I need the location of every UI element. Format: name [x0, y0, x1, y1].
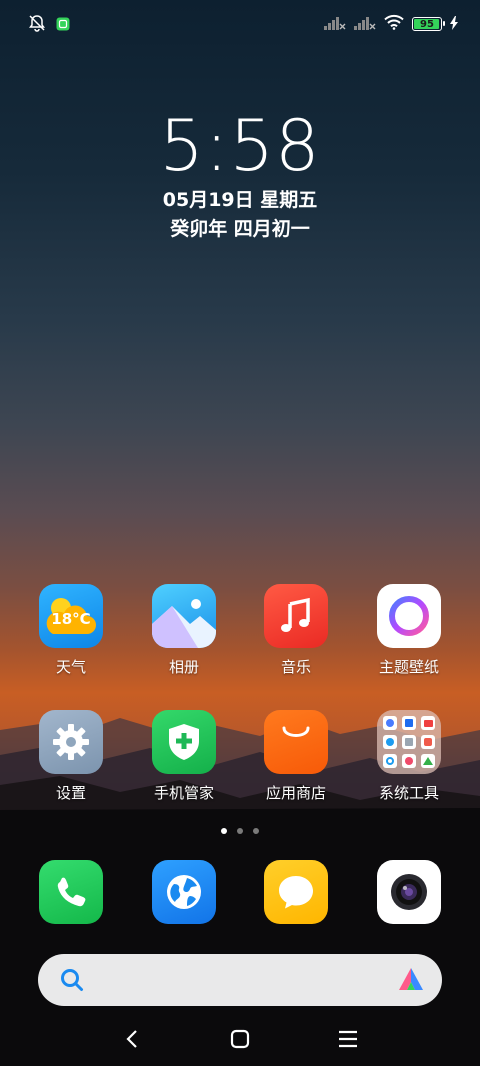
- search-icon[interactable]: [58, 966, 86, 998]
- app-system-tools-folder[interactable]: 系统工具: [353, 710, 465, 803]
- folder-app-icon: [421, 754, 435, 768]
- app-label: 手机管家: [153, 784, 214, 802]
- browser-icon: [152, 860, 216, 924]
- page-dot[interactable]: [237, 828, 243, 834]
- charging-icon: [450, 15, 458, 34]
- themes-icon: [377, 584, 441, 648]
- navigation-bar: [0, 1010, 480, 1066]
- battery-icon: 95: [412, 17, 445, 31]
- notification-app-icon: [56, 16, 70, 35]
- folder-app-icon: [421, 716, 435, 730]
- page-indicator[interactable]: [0, 828, 480, 834]
- app-label: 设置: [55, 784, 86, 802]
- app-label: 天气: [55, 658, 86, 676]
- folder-app-icon: [402, 754, 416, 768]
- recents-button[interactable]: [333, 1024, 363, 1054]
- dock-phone[interactable]: [15, 860, 127, 924]
- wifi-icon: [384, 14, 404, 34]
- lunar-date-text: 癸卯年 四月初一: [170, 218, 310, 240]
- ai-assistant-icon[interactable]: [396, 966, 426, 998]
- folder-app-icon: [402, 716, 416, 730]
- dock-camera[interactable]: [353, 860, 465, 924]
- security-icon: [152, 710, 216, 774]
- folder-app-icon: [421, 735, 435, 749]
- app-weather[interactable]: 18°C 天气: [15, 584, 127, 677]
- date-text[interactable]: 05月19日 星期五: [0, 185, 480, 212]
- app-store[interactable]: 应用商店: [240, 710, 352, 803]
- mute-bell-icon: [28, 14, 46, 36]
- clock-time[interactable]: 5:58: [0, 105, 480, 187]
- battery-level: 95: [420, 18, 434, 30]
- folder-app-icon: [402, 735, 416, 749]
- phone-icon: [39, 860, 103, 924]
- app-music[interactable]: 音乐: [240, 584, 352, 677]
- app-settings[interactable]: 设置: [15, 710, 127, 803]
- app-security[interactable]: 手机管家: [128, 710, 240, 803]
- page-dot[interactable]: [253, 828, 259, 834]
- app-label: 主题壁纸: [378, 658, 439, 676]
- back-button[interactable]: [117, 1024, 147, 1054]
- folder-app-icon: [383, 716, 397, 730]
- app-label: 相册: [168, 658, 199, 676]
- status-bar: 95: [0, 0, 480, 50]
- music-icon: [264, 584, 328, 648]
- app-store-icon: [264, 710, 328, 774]
- app-label: 应用商店: [265, 784, 326, 802]
- weather-temp: 18°C: [51, 610, 91, 628]
- page-dot[interactable]: [221, 828, 227, 834]
- search-bar[interactable]: [38, 954, 442, 1006]
- dock-messages[interactable]: [240, 860, 352, 924]
- signal-no-sim-icon: [324, 15, 346, 34]
- folder-app-icon: [383, 754, 397, 768]
- folder-app-icon: [383, 735, 397, 749]
- app-gallery[interactable]: 相册: [128, 584, 240, 677]
- weather-icon: 18°C: [39, 584, 103, 648]
- camera-icon: [377, 860, 441, 924]
- gallery-icon: [152, 584, 216, 648]
- settings-icon: [39, 710, 103, 774]
- home-button[interactable]: [225, 1024, 255, 1054]
- app-label: 音乐: [280, 658, 311, 676]
- app-themes[interactable]: 主题壁纸: [353, 584, 465, 677]
- dock-browser[interactable]: [128, 860, 240, 924]
- folder-icon: [377, 710, 441, 774]
- app-label: 系统工具: [378, 784, 439, 802]
- messages-icon: [264, 860, 328, 924]
- signal-no-sim-icon: [354, 15, 376, 34]
